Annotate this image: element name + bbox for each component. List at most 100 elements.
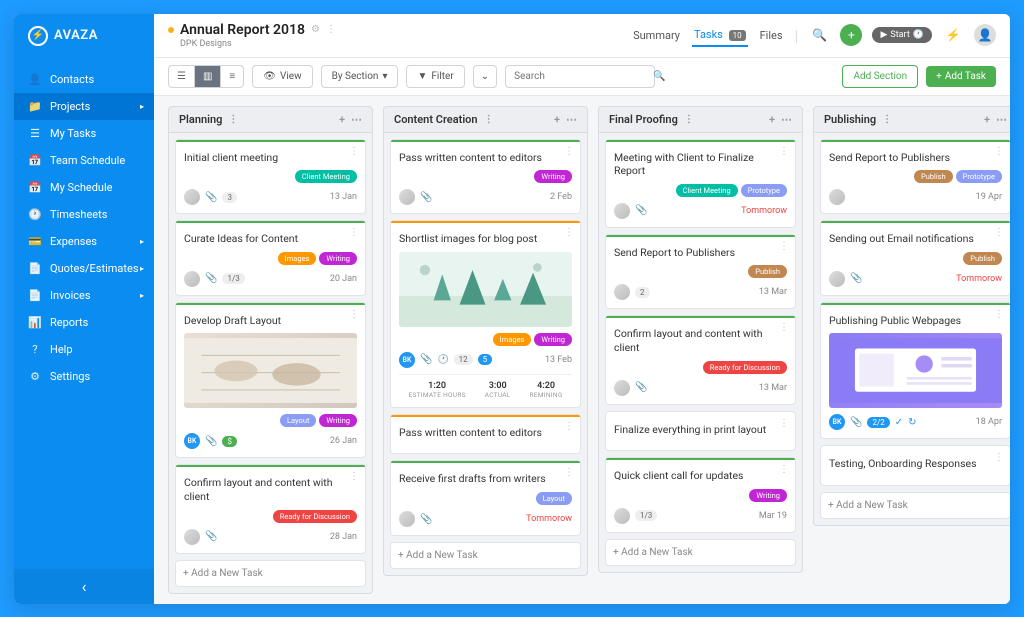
card-menu-icon[interactable]: ⋮ [994,146,1004,157]
tag[interactable]: Writing [749,489,787,502]
add-card-button[interactable]: + Add a New Task [820,492,1010,519]
compact-view-button[interactable]: ≡ [221,66,243,87]
column-menu-icon[interactable]: ⋮ [484,114,494,125]
sort-dropdown[interactable]: By Section ▾ [321,65,399,88]
attachment-icon[interactable]: 📎 [205,192,217,203]
task-card[interactable]: ⋮Sending out Email notificationsPublish📎… [820,220,1010,296]
sidebar-item-team-schedule[interactable]: 📅Team Schedule [14,147,154,174]
board-view-button[interactable]: ▥ [195,66,221,87]
avatar-icon[interactable] [399,189,415,205]
column-menu-icon[interactable]: ⋮ [882,114,892,125]
view-button[interactable]: 👁 View [252,65,312,88]
tab-summary[interactable]: Summary [631,25,682,46]
task-card[interactable]: ⋮Send Report to PublishersPublishPrototy… [820,139,1010,215]
task-card[interactable]: ⋮Pass written content to editorsWriting📎… [390,139,581,215]
avatar-icon[interactable] [829,189,845,205]
task-card[interactable]: ⋮Pass written content to editors [390,414,581,455]
sidebar-item-invoices[interactable]: 📄Invoices▸ [14,282,154,309]
collapse-sidebar-button[interactable]: ‹ [14,569,154,604]
tag[interactable]: Images [493,333,532,346]
column-add-icon[interactable]: + [554,113,560,126]
attachment-icon[interactable]: 📎 [635,205,647,216]
list-view-button[interactable]: ☰ [169,66,195,87]
tag[interactable]: Publish [914,170,953,183]
tab-files[interactable]: Files [758,25,785,46]
avatar-icon[interactable]: BK [829,414,845,430]
card-menu-icon[interactable]: ⋮ [349,227,359,238]
task-card[interactable]: ⋮Publishing Public WebpagesBK📎2/2✓↻18 Ap… [820,302,1010,440]
sidebar-item-quotes-estimates[interactable]: 📄Quotes/Estimates▸ [14,255,154,282]
column-menu-icon[interactable]: ⋮ [684,114,694,125]
attachment-icon[interactable]: 📎 [205,531,217,542]
column-more-icon[interactable]: ⋯ [351,113,362,126]
task-card[interactable]: ⋮Receive first drafts from writersLayout… [390,460,581,536]
attachment-icon[interactable]: 📎 [420,514,432,525]
attachment-icon[interactable]: 📎 [635,382,647,393]
task-card[interactable]: ⋮Shortlist images for blog postImagesWri… [390,220,581,408]
task-card[interactable]: ⋮Initial client meetingClient Meeting📎31… [175,139,366,215]
task-card[interactable]: ⋮Meeting with Client to Finalize ReportC… [605,139,796,228]
avatar-icon[interactable]: BK [399,352,415,368]
tag[interactable]: Layout [280,414,316,427]
column-menu-icon[interactable]: ⋮ [228,114,238,125]
sidebar-item-my-tasks[interactable]: ☰My Tasks [14,120,154,147]
task-card[interactable]: ⋮Quick client call for updatesWriting1/3… [605,457,796,533]
task-card[interactable]: ⋮Testing, Onboarding Responses [820,445,1010,486]
task-card[interactable]: ⋮Develop Draft LayoutLayoutWritingBK📎$26… [175,302,366,459]
card-menu-icon[interactable]: ⋮ [779,418,789,429]
tab-tasks[interactable]: Tasks 10 [692,24,748,47]
tag[interactable]: Writing [319,252,357,265]
search-icon[interactable]: 🔍 [808,24,830,46]
sidebar-item-projects[interactable]: 📁Projects▸ [14,93,154,120]
card-menu-icon[interactable]: ⋮ [994,309,1004,320]
add-card-button[interactable]: + Add a New Task [175,560,366,587]
sidebar-item-timesheets[interactable]: 🕐Timesheets [14,201,154,228]
tag[interactable]: Client Meeting [676,184,738,197]
logo[interactable]: ⚡ AVAZA [14,14,154,58]
task-card[interactable]: ⋮Curate Ideas for ContentImagesWriting📎1… [175,220,366,296]
card-menu-icon[interactable]: ⋮ [564,227,574,238]
add-card-button[interactable]: + Add a New Task [390,542,581,569]
attachment-icon[interactable]: 📎 [850,417,862,428]
column-more-icon[interactable]: ⋯ [996,113,1007,126]
card-menu-icon[interactable]: ⋮ [994,452,1004,463]
avatar-icon[interactable] [184,189,200,205]
add-card-button[interactable]: + Add a New Task [605,539,796,566]
sidebar-item-reports[interactable]: 📊Reports [14,309,154,336]
column-add-icon[interactable]: + [984,113,990,126]
column-more-icon[interactable]: ⋯ [781,113,792,126]
avatar-icon[interactable] [829,271,845,287]
more-icon[interactable]: ⋮ [326,24,336,35]
avatar-icon[interactable] [614,284,630,300]
sidebar-item-my-schedule[interactable]: 📅My Schedule [14,174,154,201]
tag[interactable]: Layout [536,492,572,505]
tag[interactable]: Publish [963,252,1002,265]
card-menu-icon[interactable]: ⋮ [779,464,789,475]
search-input[interactable] [514,71,647,82]
filter-button[interactable]: ▼ Filter [406,65,464,88]
tag[interactable]: Prototype [956,170,1002,183]
tag[interactable]: Writing [534,333,572,346]
tag[interactable]: Writing [534,170,572,183]
card-menu-icon[interactable]: ⋮ [349,471,359,482]
avatar-icon[interactable] [614,380,630,396]
attachment-icon[interactable]: 📎 [420,192,432,203]
card-menu-icon[interactable]: ⋮ [564,467,574,478]
card-menu-icon[interactable]: ⋮ [349,309,359,320]
task-card[interactable]: ⋮Finalize everything in print layout [605,411,796,452]
task-card[interactable]: ⋮Confirm layout and content with clientR… [175,464,366,553]
avatar-icon[interactable] [184,271,200,287]
avatar-icon[interactable] [399,511,415,527]
avatar-icon[interactable]: 👤 [974,24,996,46]
gear-icon[interactable]: ⚙ [311,24,320,35]
sidebar-item-expenses[interactable]: 💳Expenses▸ [14,228,154,255]
expand-button[interactable]: ⌄ [473,65,497,88]
sidebar-item-settings[interactable]: ⚙Settings [14,363,154,390]
card-menu-icon[interactable]: ⋮ [994,227,1004,238]
card-menu-icon[interactable]: ⋮ [779,322,789,333]
attachment-icon[interactable]: 📎 [420,354,432,365]
attachment-icon[interactable]: 📎 [205,436,217,447]
tag[interactable]: Ready for Discussion [273,510,357,523]
tag[interactable]: Publish [748,265,787,278]
card-menu-icon[interactable]: ⋮ [349,146,359,157]
